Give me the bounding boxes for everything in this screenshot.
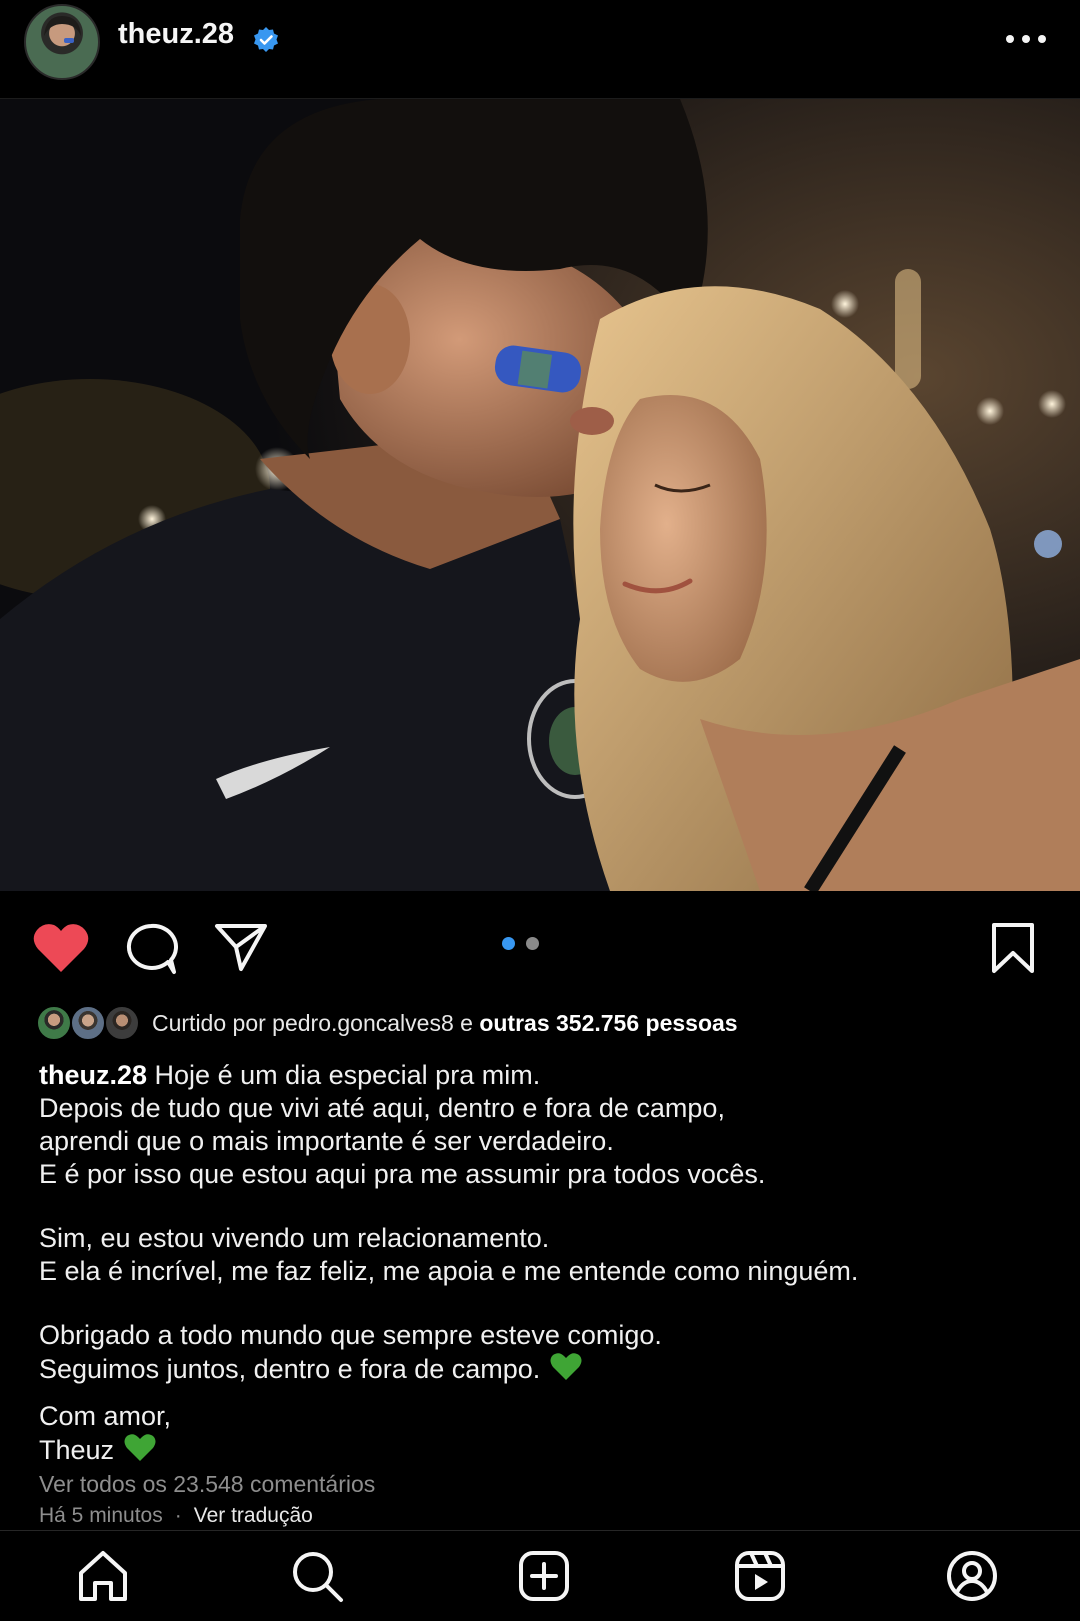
carousel-dot-active — [502, 937, 515, 950]
home-icon[interactable] — [76, 1549, 130, 1603]
post-header: theuz.28 — [0, 0, 1080, 99]
comment-icon[interactable] — [124, 922, 178, 976]
profile-avatar[interactable] — [24, 4, 100, 80]
bookmark-icon[interactable] — [990, 922, 1036, 974]
view-all-comments-link[interactable]: Ver todos os 23.548 comentários — [39, 1471, 375, 1498]
post-author-username[interactable]: theuz.28 — [118, 18, 234, 51]
green-heart-icon — [124, 1434, 156, 1461]
post-photo[interactable] — [0, 99, 1080, 891]
liker-avatar — [36, 1005, 72, 1041]
liker-avatar — [104, 1005, 140, 1041]
heart-filled-icon[interactable] — [32, 922, 90, 974]
caption-line: aprendi que o mais importante é ser verd… — [39, 1126, 614, 1156]
caption-line: Hoje é um dia especial pra mim. — [147, 1060, 541, 1090]
caption-line: Seguimos juntos, dentro e fora de campo. — [39, 1354, 541, 1384]
caption-line: Obrigado a todo mundo que sempre esteve … — [39, 1320, 662, 1350]
likes-count[interactable]: outras 352.756 pessoas — [479, 1010, 737, 1036]
liker-avatar — [70, 1005, 106, 1041]
carousel-indicator — [502, 937, 542, 951]
profile-icon[interactable] — [945, 1549, 999, 1603]
reels-icon[interactable] — [733, 1549, 787, 1603]
caption-line: E é por isso que estou aqui pra me assum… — [39, 1159, 766, 1189]
caption-line: Depois de tudo que vivi até aqui, dentro… — [39, 1093, 725, 1123]
caption-line: Com amor, — [39, 1401, 172, 1431]
likes-text[interactable]: Curtido por pedro.goncalves8 e outras 35… — [152, 1010, 738, 1037]
send-icon[interactable] — [214, 922, 268, 972]
green-heart-icon — [550, 1353, 582, 1380]
bottom-navigation — [0, 1530, 1080, 1621]
meta-separator: · — [174, 1504, 182, 1527]
new-post-icon[interactable] — [517, 1549, 571, 1603]
search-icon[interactable] — [290, 1549, 344, 1603]
post-meta: Há 5 minutos · Ver tradução — [39, 1504, 313, 1528]
caption-line: Theuz — [39, 1435, 115, 1465]
likes-summary[interactable]: Curtido por pedro.goncalves8 e outras 35… — [36, 1005, 1036, 1043]
more-options-icon[interactable] — [1004, 28, 1048, 50]
likes-prefix: Curtido por pedro.goncalves8 e — [152, 1010, 480, 1036]
post-caption: theuz.28 Hoje é um dia especial pra mim.… — [39, 1059, 1049, 1467]
caption-username[interactable]: theuz.28 — [39, 1060, 147, 1090]
caption-line: E ela é incrível, me faz feliz, me apoia… — [39, 1256, 859, 1286]
post-timestamp: Há 5 minutos — [39, 1504, 163, 1527]
verified-badge-icon — [254, 27, 278, 52]
caption-line: Sim, eu estou vivendo um relacionamento. — [39, 1223, 550, 1253]
see-translation-link[interactable]: Ver tradução — [194, 1504, 313, 1527]
carousel-dot — [526, 937, 539, 950]
